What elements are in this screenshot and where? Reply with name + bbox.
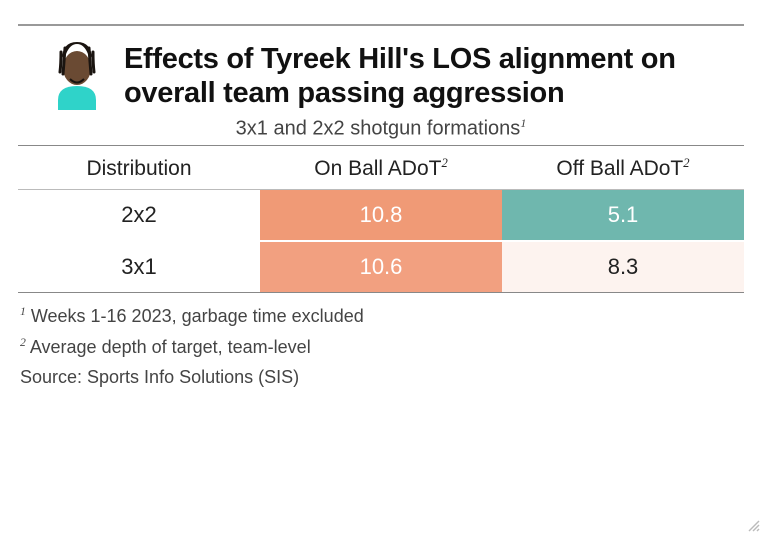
subtitle-text: 3x1 and 2x2 shotgun formations [236, 118, 521, 140]
cell-on: 10.6 [260, 241, 502, 292]
subtitle-footnote-ref: 1 [520, 116, 526, 130]
top-divider [18, 24, 744, 26]
table-row: 2x2 10.8 5.1 [18, 190, 744, 242]
cell-off: 8.3 [502, 241, 744, 292]
source-line: Source: Sports Info Solutions (SIS) [20, 362, 742, 393]
cell-on: 10.8 [260, 190, 502, 242]
footnotes: 1 Weeks 1-16 2023, garbage time excluded… [18, 293, 744, 393]
cell-dist: 2x2 [18, 190, 260, 242]
footnote-2: 2 Average depth of target, team-level [20, 332, 742, 363]
chart-subtitle: 3x1 and 2x2 shotgun formations1 [18, 116, 744, 141]
header: Effects of Tyreek Hill's LOS alignment o… [18, 36, 744, 110]
cell-dist: 3x1 [18, 241, 260, 292]
table-row: 3x1 10.6 8.3 [18, 241, 744, 292]
table-body: 2x2 10.8 5.1 3x1 10.6 8.3 [18, 190, 744, 293]
data-table: Distribution On Ball ADoT2 Off Ball ADoT… [18, 145, 744, 292]
table-header-row: Distribution On Ball ADoT2 Off Ball ADoT… [18, 146, 744, 190]
col-distribution: Distribution [18, 146, 260, 190]
chart-title: Effects of Tyreek Hill's LOS alignment o… [124, 36, 734, 110]
cell-off: 5.1 [502, 190, 744, 242]
col-on-ball: On Ball ADoT2 [260, 146, 502, 190]
col-off-ball: Off Ball ADoT2 [502, 146, 744, 190]
resize-grip-icon[interactable] [746, 518, 760, 532]
footnote-1: 1 Weeks 1-16 2023, garbage time excluded [20, 301, 742, 332]
player-headshot-icon [48, 36, 106, 110]
